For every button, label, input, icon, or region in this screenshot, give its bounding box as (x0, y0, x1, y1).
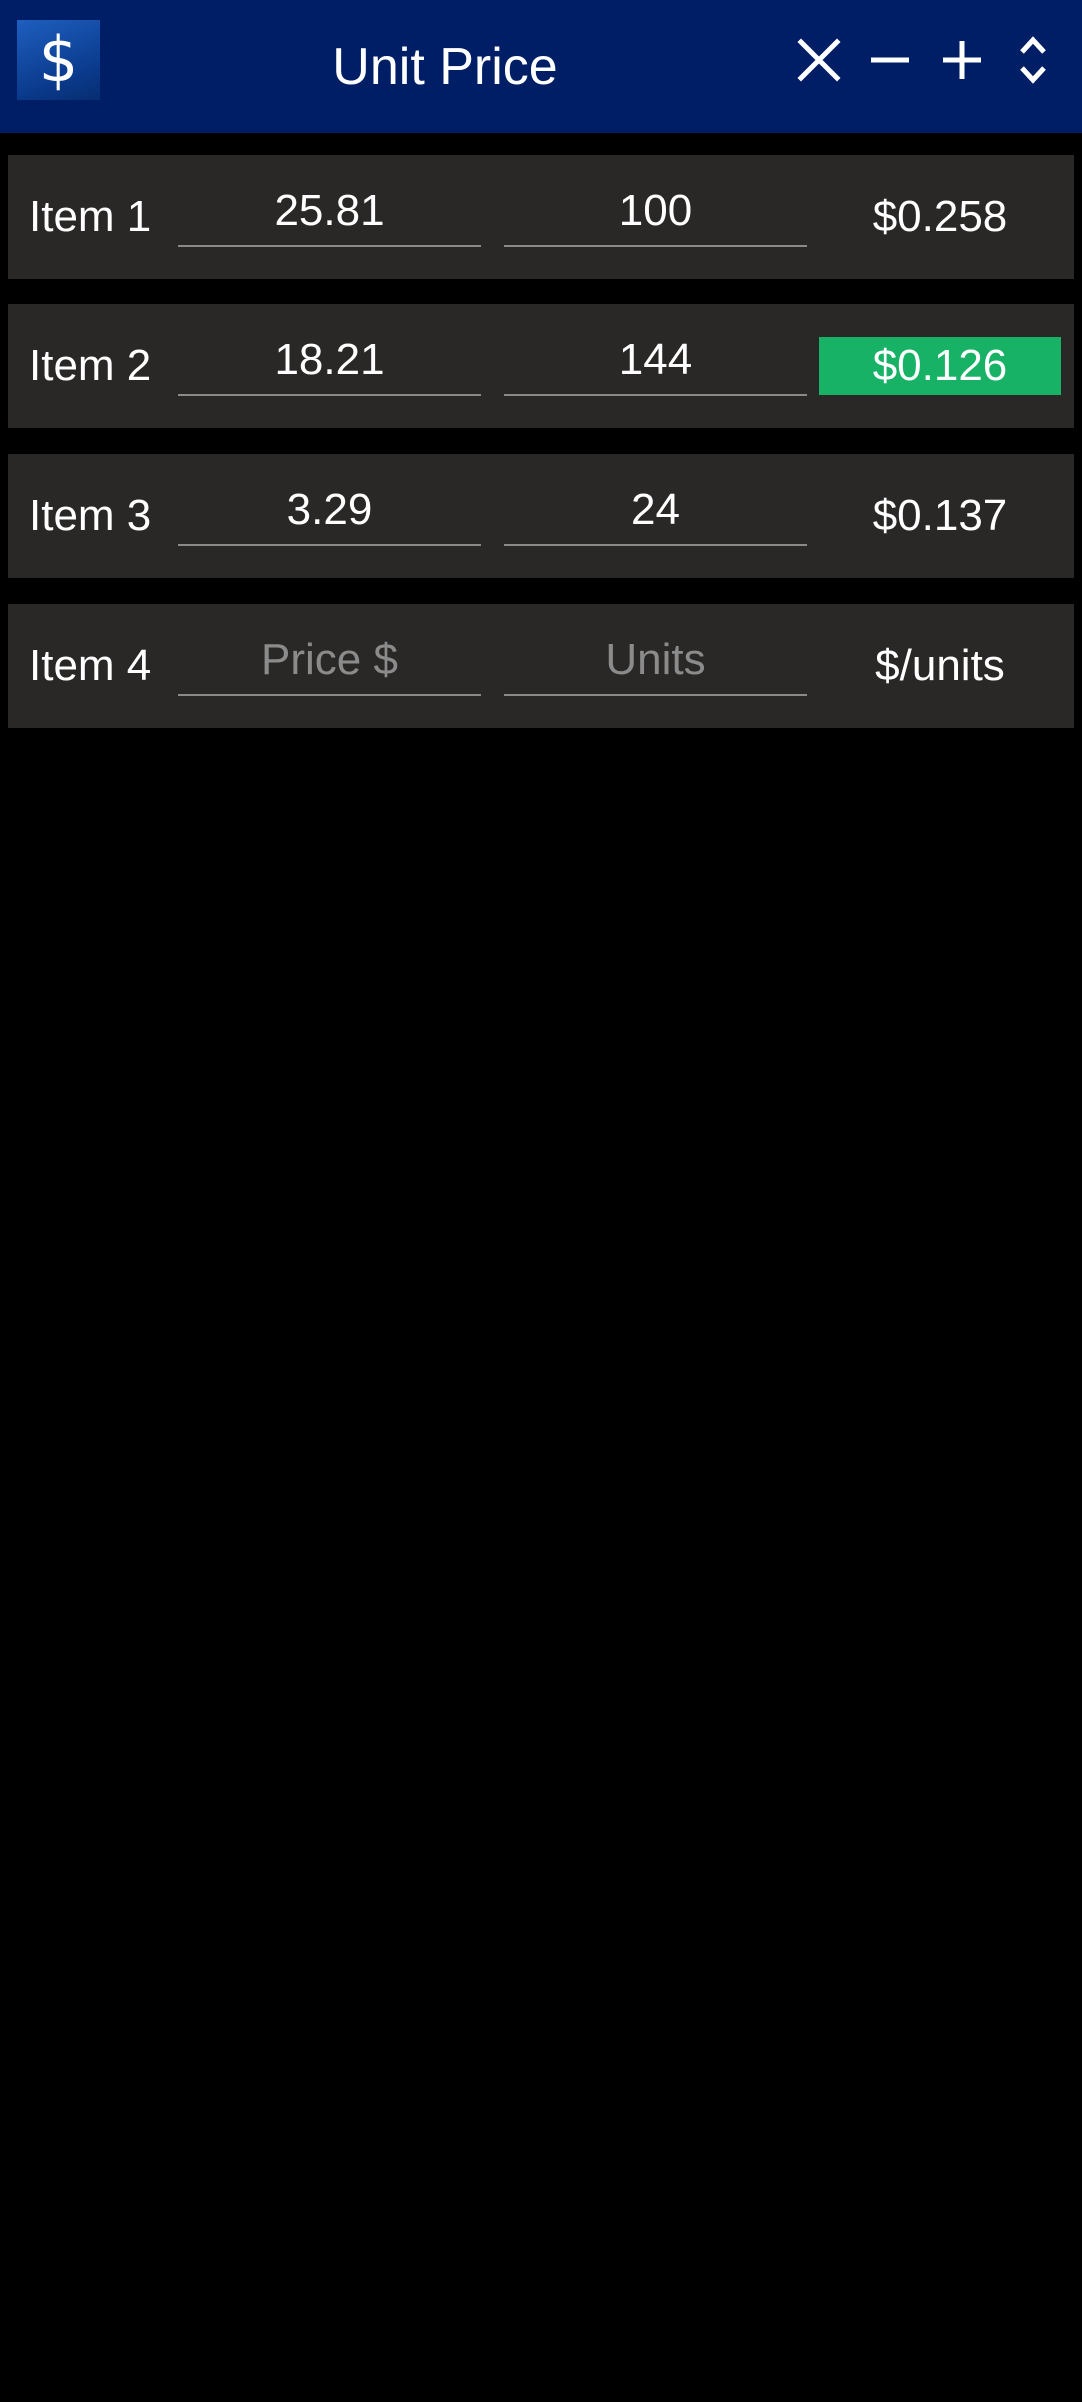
item-row: Item 3 $0.137 (8, 454, 1074, 578)
remove-item-button[interactable] (860, 24, 920, 96)
sort-icon (1020, 36, 1046, 84)
minus-icon (871, 57, 909, 63)
price-input[interactable] (178, 177, 481, 247)
app-bar: $ Unit Price (0, 0, 1082, 133)
units-input[interactable] (504, 476, 807, 546)
item-row: Item 4 $/units (8, 604, 1074, 728)
plus-icon (943, 41, 981, 79)
clear-button[interactable] (789, 24, 849, 96)
item-label: Item 4 (29, 641, 152, 690)
price-input[interactable] (178, 476, 481, 546)
units-input[interactable] (504, 626, 807, 696)
sort-button[interactable] (1003, 24, 1063, 96)
unit-price-result: $/units (875, 641, 1005, 690)
item-row: Item 2 $0.126 (8, 304, 1074, 428)
item-row: Item 1 $0.258 (8, 155, 1074, 279)
price-input[interactable] (178, 626, 481, 696)
price-input[interactable] (178, 326, 481, 396)
unit-price-result: $0.258 (872, 192, 1008, 241)
add-item-button[interactable] (932, 24, 992, 96)
unit-price-result: $0.137 (872, 491, 1008, 540)
item-label: Item 1 (29, 192, 152, 241)
units-input[interactable] (504, 177, 807, 247)
page-title: Unit Price (332, 37, 558, 96)
item-label: Item 2 (29, 341, 152, 390)
item-label: Item 3 (29, 491, 152, 540)
close-icon (797, 38, 841, 82)
best-unit-price-result: $0.126 (819, 337, 1061, 395)
units-input[interactable] (504, 326, 807, 396)
dollar-logo-icon: $ (17, 20, 100, 100)
